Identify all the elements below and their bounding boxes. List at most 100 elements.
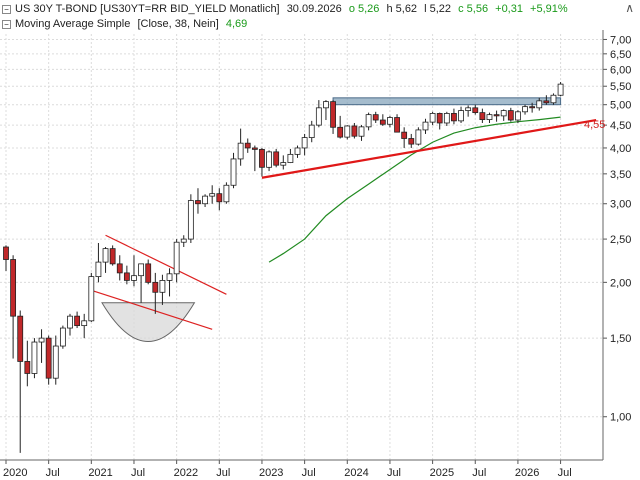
candle-body bbox=[500, 110, 507, 117]
candle-body bbox=[337, 126, 344, 138]
chart: − US 30Y T-BOND [US30YT=RR BID_YIELD Mona… bbox=[0, 0, 640, 480]
y-tick-label: 5,00 bbox=[610, 100, 631, 112]
candle-body bbox=[394, 117, 400, 133]
y-tick-label: 7,00 bbox=[610, 34, 631, 46]
x-tick-label: 2020 bbox=[3, 467, 27, 479]
candle-body bbox=[465, 107, 472, 112]
y-tick-label: 5,50 bbox=[610, 81, 631, 93]
candle-body bbox=[31, 341, 38, 374]
y-tick-label: 6,50 bbox=[610, 49, 631, 61]
candle-body bbox=[266, 151, 272, 168]
x-tick-label: 2024 bbox=[344, 467, 368, 479]
candle-body bbox=[479, 112, 486, 121]
candle-body bbox=[24, 361, 31, 374]
candle-body bbox=[45, 337, 52, 379]
candle-body bbox=[436, 113, 443, 124]
candle-body bbox=[95, 261, 102, 278]
candle-body bbox=[486, 114, 493, 121]
candle-body bbox=[230, 158, 237, 186]
candle-body bbox=[443, 113, 450, 124]
candle-body bbox=[415, 129, 422, 145]
candle-body bbox=[195, 200, 201, 205]
candle-body bbox=[372, 114, 379, 121]
candle-body bbox=[451, 113, 457, 122]
candle-body bbox=[59, 327, 66, 347]
candle-body bbox=[259, 149, 265, 168]
y-tick-label: 6,00 bbox=[610, 64, 631, 76]
resistance-zone bbox=[332, 97, 562, 106]
candle-body bbox=[152, 281, 159, 293]
candle-body bbox=[180, 238, 187, 243]
candle-body bbox=[315, 107, 322, 126]
candle-body bbox=[365, 114, 372, 128]
candle-body bbox=[543, 100, 550, 104]
candle-body bbox=[209, 193, 216, 197]
candle-body bbox=[280, 162, 287, 166]
y-tick-label: 4,50 bbox=[610, 120, 631, 132]
candle-body bbox=[408, 138, 415, 145]
trend-line-label: 4,55 bbox=[584, 119, 605, 131]
candle-body bbox=[74, 315, 80, 327]
candle-body bbox=[187, 200, 194, 240]
candle-body bbox=[458, 110, 464, 122]
candle-body bbox=[10, 259, 17, 317]
candle-body bbox=[536, 100, 543, 109]
candle-body bbox=[429, 113, 436, 123]
candle-body bbox=[237, 142, 244, 160]
candle-body bbox=[351, 125, 358, 137]
y-tick-label: 3,00 bbox=[610, 199, 631, 211]
candle-body bbox=[323, 101, 329, 109]
y-tick-label: 1,00 bbox=[610, 412, 631, 424]
candle-body bbox=[131, 275, 137, 281]
x-tick-label: Jul bbox=[216, 467, 230, 479]
candle-body bbox=[515, 111, 521, 121]
candle-body bbox=[557, 83, 564, 96]
candle-body bbox=[38, 337, 45, 343]
y-tick-label: 2,50 bbox=[610, 234, 631, 246]
candle-body bbox=[3, 246, 9, 260]
y-tick-label: 1,50 bbox=[610, 333, 631, 345]
plot-area: 7,00 6,50 6,00 5,50 5,00 4,50 4,00 3,50 3,00 2,50… bbox=[0, 30, 631, 479]
candle-body bbox=[52, 345, 59, 379]
candle-body bbox=[166, 273, 173, 281]
x-tick-label: Jul bbox=[472, 467, 486, 479]
candle-body bbox=[308, 124, 315, 138]
candle-body bbox=[522, 106, 528, 113]
candle-body bbox=[493, 114, 500, 117]
candle-body bbox=[472, 107, 479, 114]
candle-body bbox=[422, 121, 429, 131]
candle-body bbox=[145, 263, 152, 283]
x-tick-label: 2021 bbox=[88, 467, 112, 479]
candle-body bbox=[387, 117, 393, 125]
candle-body bbox=[401, 131, 408, 139]
candle-body bbox=[17, 315, 24, 362]
x-tick-label: Jul bbox=[302, 467, 316, 479]
channel-upper-line bbox=[105, 234, 227, 295]
candle-body bbox=[159, 280, 166, 293]
candle-body bbox=[109, 248, 116, 265]
candle-body bbox=[67, 315, 73, 329]
candle-body bbox=[123, 272, 130, 281]
candle-body bbox=[301, 137, 308, 149]
x-tick-label: 2023 bbox=[259, 467, 283, 479]
x-tick-label: 2025 bbox=[430, 467, 454, 479]
y-tick-label: 4,00 bbox=[610, 143, 631, 155]
candle-body bbox=[379, 119, 386, 125]
candle-body bbox=[102, 248, 109, 263]
y-tick-label: 3,50 bbox=[610, 169, 631, 181]
candle-body bbox=[251, 147, 258, 150]
y-tick-label: 2,00 bbox=[610, 277, 631, 289]
candle-body bbox=[344, 125, 351, 138]
candle-body bbox=[116, 263, 123, 274]
candle-body bbox=[287, 153, 294, 163]
candle-body bbox=[507, 110, 514, 121]
candle-body bbox=[294, 147, 301, 155]
candle-body bbox=[81, 320, 88, 327]
candle-body bbox=[88, 276, 95, 322]
x-tick-label: 2026 bbox=[515, 467, 539, 479]
x-tick-label: Jul bbox=[387, 467, 401, 479]
candle-body bbox=[358, 126, 365, 137]
candle-body bbox=[244, 142, 251, 149]
candle-body bbox=[529, 106, 536, 109]
candle-body bbox=[173, 241, 180, 275]
